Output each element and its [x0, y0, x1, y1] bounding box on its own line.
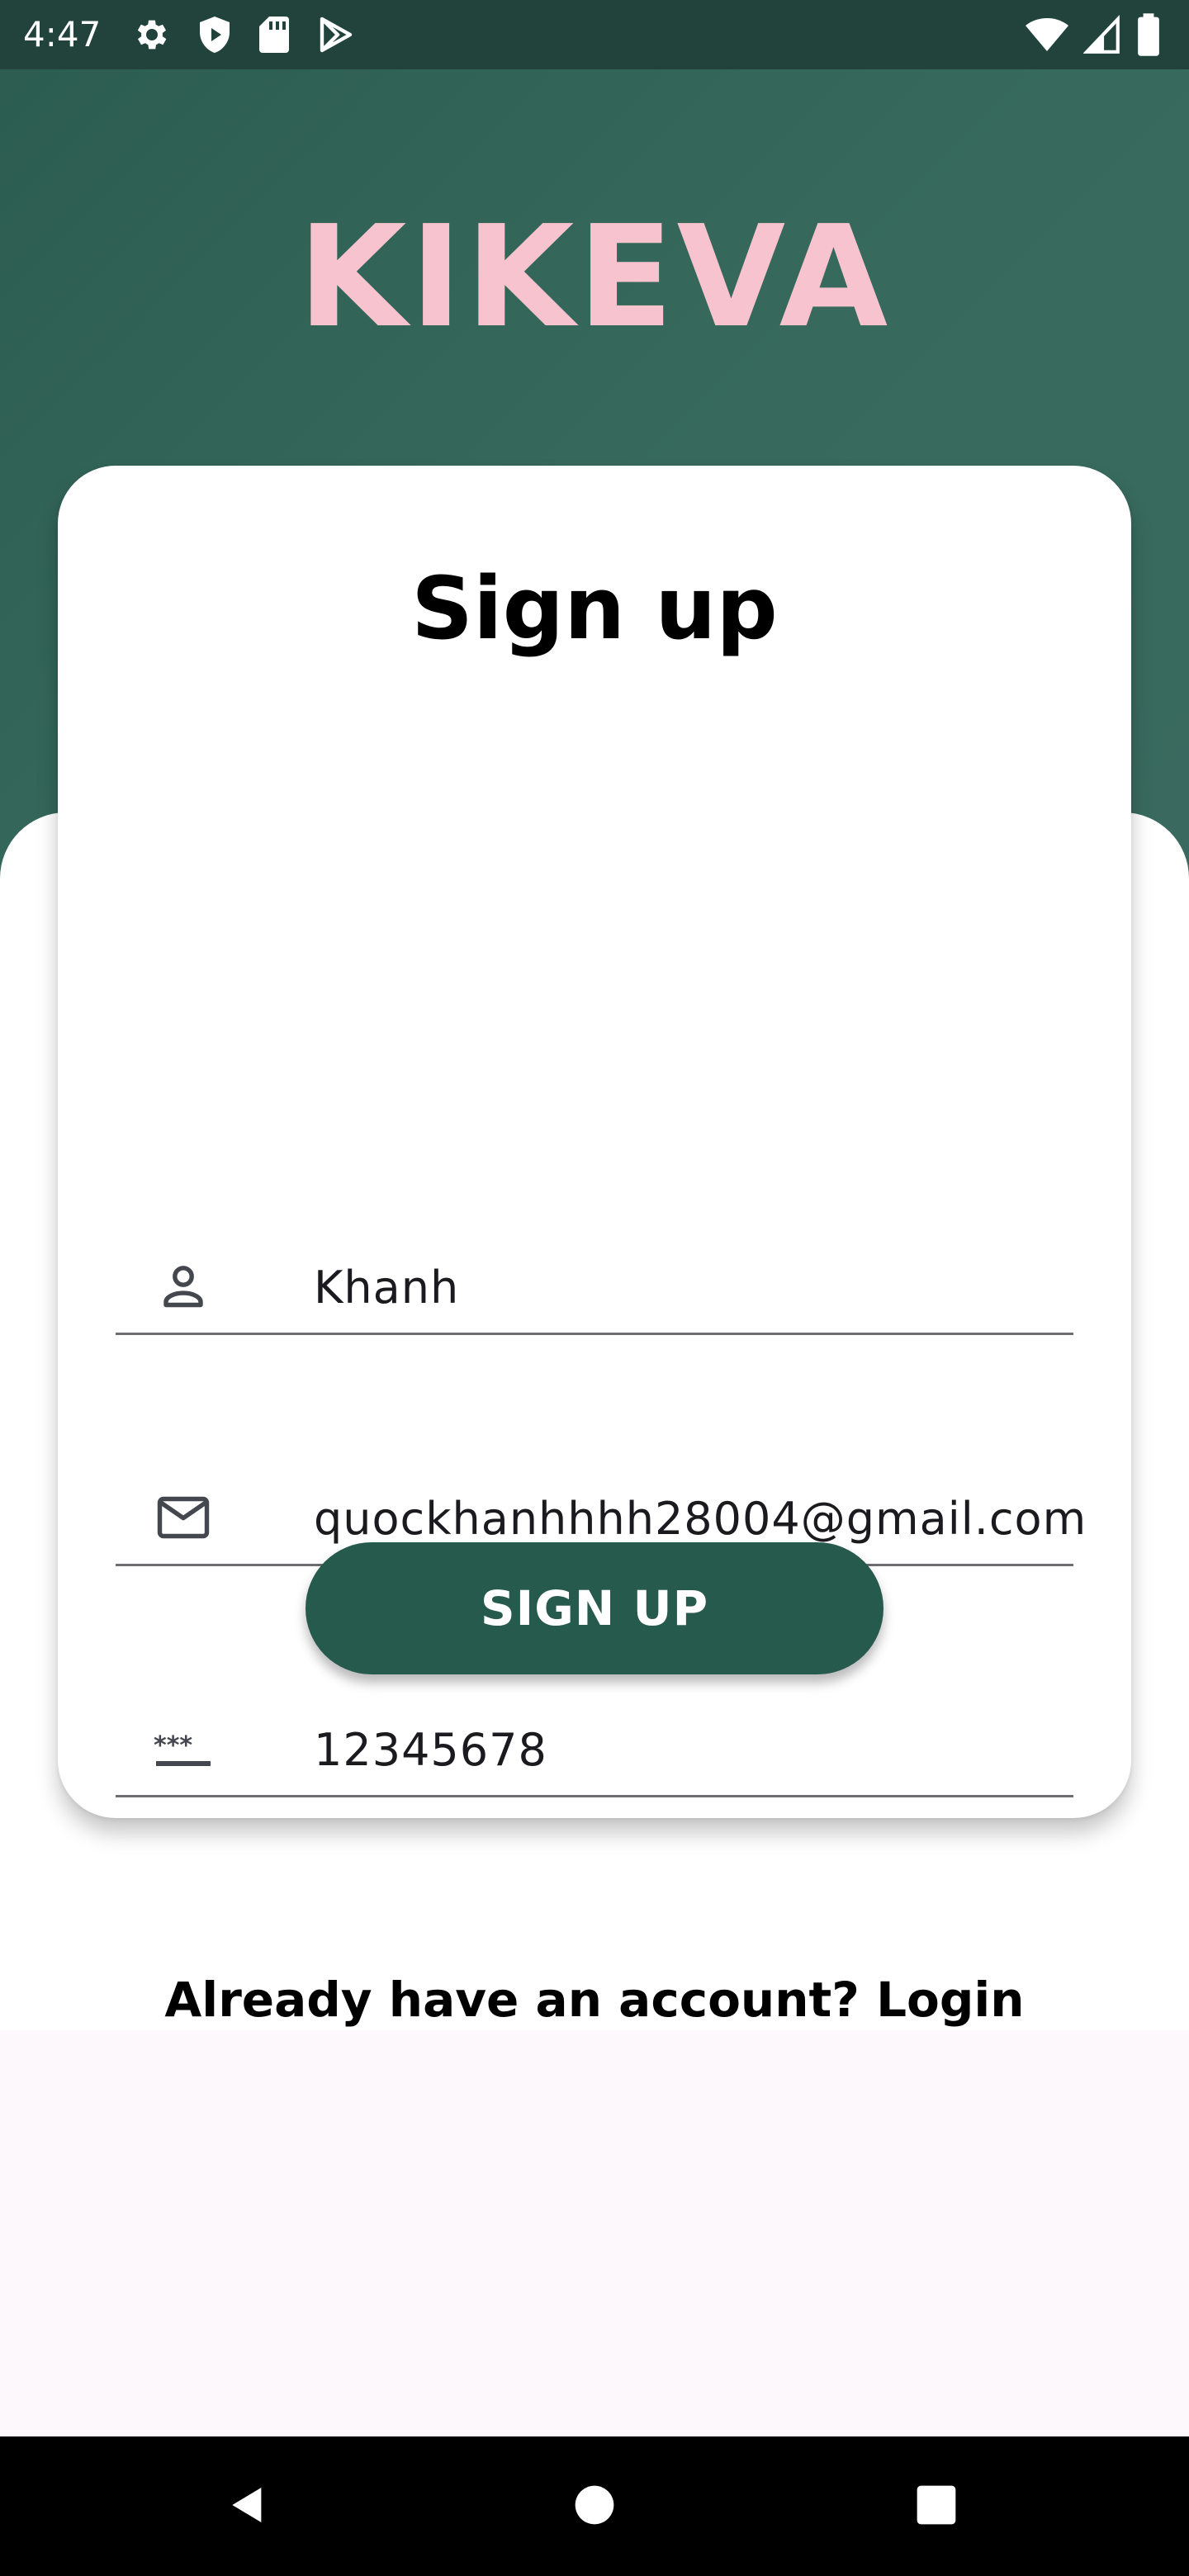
- home-button[interactable]: [545, 2436, 644, 2576]
- mail-icon: [154, 1488, 213, 1547]
- recents-button[interactable]: [887, 2436, 986, 2576]
- name-input[interactable]: Khanh: [314, 1258, 459, 1318]
- lower-background: [0, 2030, 1189, 2436]
- sign-up-button[interactable]: SIGN UP: [306, 1542, 883, 1674]
- back-button[interactable]: [198, 2436, 297, 2576]
- name-field[interactable]: Khanh: [116, 1217, 1073, 1335]
- brand-title: KIKEVA: [297, 196, 892, 359]
- person-icon: [154, 1257, 213, 1316]
- status-notification-icons: [132, 15, 355, 54]
- gear-icon: [132, 15, 172, 54]
- sd-card-icon: [258, 15, 291, 54]
- cellular-signal-icon: [1082, 14, 1121, 59]
- status-time: 4:47: [23, 14, 102, 54]
- status-system-icons: [1026, 13, 1161, 59]
- play-store-icon: [315, 15, 355, 54]
- recents-icon: [913, 2482, 959, 2531]
- navigation-bar: [0, 2436, 1189, 2576]
- status-bar: 4:47: [0, 0, 1189, 69]
- password-field[interactable]: *** 12345678: [116, 1679, 1073, 1797]
- signup-card: Sign up Khanh quockhanhhhh28004@gmail.co…: [58, 466, 1131, 1818]
- svg-text:***: ***: [154, 1731, 192, 1760]
- wifi-icon: [1026, 14, 1068, 59]
- home-icon: [571, 2482, 618, 2531]
- battery-icon: [1136, 13, 1161, 59]
- password-input[interactable]: 12345678: [314, 1721, 547, 1780]
- email-input[interactable]: quockhanhhhh28004@gmail.com: [314, 1489, 1087, 1549]
- password-icon: ***: [154, 1719, 213, 1778]
- login-link[interactable]: Already have an account? Login: [0, 1967, 1189, 2033]
- back-icon: [225, 2482, 271, 2531]
- form-title: Sign up: [411, 558, 778, 659]
- shield-icon: [197, 15, 233, 54]
